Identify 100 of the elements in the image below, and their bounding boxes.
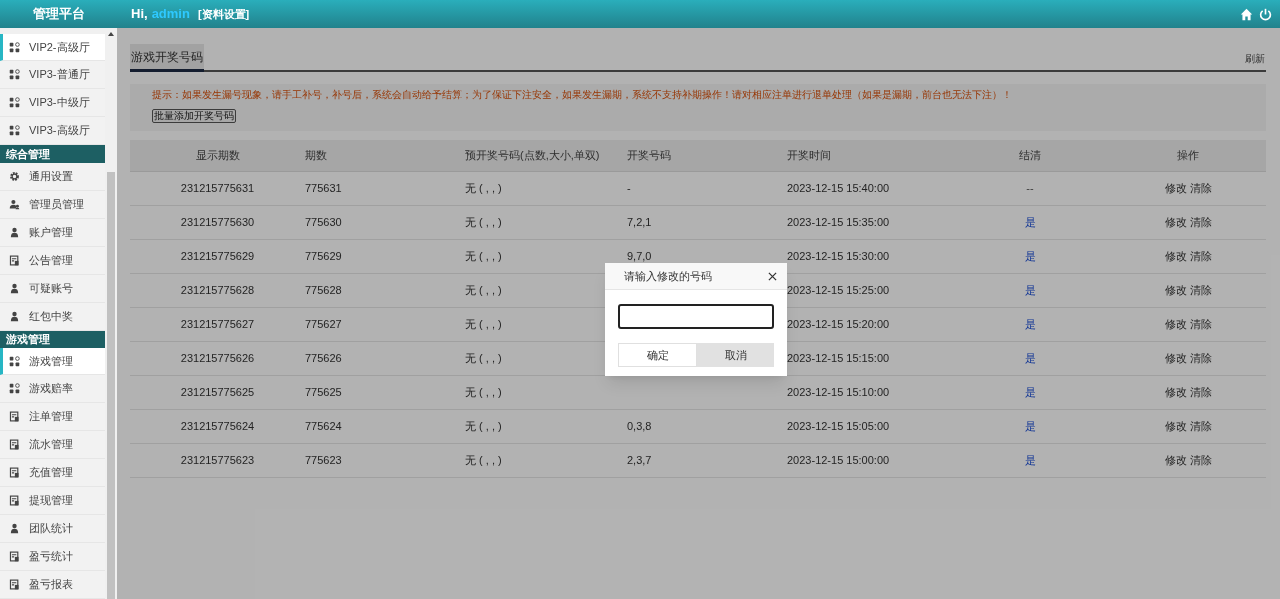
settled-link[interactable]: 是 [1024, 351, 1036, 364]
table-cell: 775630 [305, 215, 342, 228]
table-cell: 2023-12-15 15:25:00 [787, 283, 890, 296]
user-icon [9, 523, 20, 534]
column-header: 结清 [950, 140, 1110, 171]
table-cell: 231215775624 [180, 419, 255, 432]
column-header: 操作 [1110, 140, 1266, 171]
table-cell: 775631 [305, 181, 342, 194]
table-cell: 无 ( , , ) [465, 283, 502, 296]
edit-link[interactable]: 修改 [1164, 281, 1187, 299]
edit-link[interactable]: 修改 [1164, 417, 1187, 435]
edit-link[interactable]: 修改 [1164, 179, 1187, 197]
confirm-button[interactable]: 确定 [618, 343, 697, 367]
table-cell: 231215775630 [180, 215, 255, 228]
table-cell: 775624 [305, 419, 342, 432]
column-header: 显示期数 [130, 140, 305, 171]
settled-link[interactable]: 是 [1024, 283, 1036, 296]
user-icon [9, 226, 20, 238]
users-icon [9, 198, 20, 210]
table-cell: 2023-12-15 15:05:00 [787, 419, 890, 432]
clear-link[interactable]: 清除 [1189, 417, 1212, 435]
table-cell: 无 ( , , ) [465, 215, 502, 228]
table-cell: 无 ( , , ) [465, 249, 502, 262]
table-cell: 775628 [305, 283, 342, 296]
clear-link[interactable]: 清除 [1189, 179, 1212, 197]
profile-settings-link[interactable]: [资料设置] [197, 5, 250, 23]
settled-link[interactable]: 是 [1024, 317, 1036, 330]
table-cell: - [627, 181, 631, 194]
table-cell: 无 ( , , ) [465, 453, 502, 466]
cancel-button[interactable]: 取消 [697, 343, 774, 367]
document-icon [9, 254, 20, 266]
table-cell: 775626 [305, 351, 342, 364]
settled-link[interactable]: 是 [1024, 249, 1036, 262]
page-tab[interactable]: 游戏开奖号码 [130, 44, 204, 72]
table-cell: 7,2,1 [627, 215, 652, 228]
home-icon[interactable] [1240, 7, 1253, 21]
document-icon [9, 579, 20, 590]
power-icon[interactable] [1259, 7, 1272, 21]
document-icon [9, 411, 20, 422]
edit-link[interactable]: 修改 [1164, 213, 1187, 231]
scroll-up-icon[interactable] [108, 32, 114, 36]
settled-link[interactable]: 是 [1024, 215, 1036, 228]
table-cell: 231215775626 [180, 351, 255, 364]
grid-icon [9, 41, 20, 53]
table-cell: 2023-12-15 15:35:00 [787, 215, 890, 228]
clear-link[interactable]: 清除 [1189, 315, 1212, 333]
edit-link[interactable]: 修改 [1164, 451, 1187, 469]
table-cell: 2023-12-15 15:40:00 [787, 181, 890, 194]
refresh-link[interactable]: 刷新 [1245, 51, 1265, 70]
column-header: 预开奖号码(点数,大小,单双) [465, 140, 627, 171]
table-cell: 2023-12-15 15:15:00 [787, 351, 890, 364]
clear-link[interactable]: 清除 [1189, 281, 1212, 299]
table-cell: 2023-12-15 15:00:00 [787, 453, 890, 466]
edit-link[interactable]: 修改 [1164, 247, 1187, 265]
table-cell: -- [1026, 181, 1034, 194]
close-icon[interactable] [768, 271, 777, 281]
sidebar-item[interactable]: VIP2-高级厅 [0, 34, 105, 61]
grid-icon [9, 97, 20, 108]
table-cell: 775629 [305, 249, 342, 262]
table-cell: 231215775627 [180, 317, 255, 330]
edit-link[interactable]: 修改 [1164, 383, 1187, 401]
table-cell: 775625 [305, 385, 342, 398]
settled-link[interactable]: 是 [1024, 453, 1036, 466]
clear-link[interactable]: 清除 [1189, 349, 1212, 367]
table-cell: 2,3,7 [627, 453, 652, 466]
table-cell: 无 ( , , ) [465, 351, 502, 364]
grid-icon [9, 355, 20, 367]
clear-link[interactable]: 清除 [1189, 247, 1212, 265]
grid-icon [9, 125, 20, 136]
clear-link[interactable]: 清除 [1189, 213, 1212, 231]
settled-link[interactable]: 是 [1024, 385, 1036, 398]
edit-link[interactable]: 修改 [1164, 349, 1187, 367]
sidebar-item[interactable]: 游戏管理 [0, 348, 105, 375]
settled-link[interactable]: 是 [1024, 419, 1036, 432]
dialog-title: 请输入修改的号码 [624, 268, 712, 284]
table-cell: 775623 [305, 453, 342, 466]
column-header: 开奖时间 [787, 140, 950, 171]
table-cell: 无 ( , , ) [465, 419, 502, 432]
clear-link[interactable]: 清除 [1189, 383, 1212, 401]
document-icon [9, 551, 20, 562]
edit-link[interactable]: 修改 [1164, 315, 1187, 333]
table-cell: 231215775629 [180, 249, 255, 262]
table-cell: 231215775623 [180, 453, 255, 466]
batch-add-button[interactable]: 批量添加开奖号码 [152, 109, 236, 123]
grid-icon [9, 383, 20, 394]
sidebar-section-header[interactable]: 综合管理 [0, 145, 105, 163]
user-icon [9, 310, 20, 322]
clear-link[interactable]: 清除 [1189, 451, 1212, 469]
grid-icon [9, 69, 20, 80]
greeting-text: Hi, [131, 5, 148, 24]
column-header: 开奖号码 [627, 140, 787, 171]
settings-icon [9, 170, 20, 182]
table-cell: 2023-12-15 15:20:00 [787, 317, 890, 330]
table-cell: 231215775631 [180, 181, 255, 194]
table-cell: 无 ( , , ) [465, 181, 502, 194]
table-cell: 2023-12-15 15:30:00 [787, 249, 890, 262]
table-cell: 无 ( , , ) [465, 385, 502, 398]
user-icon [9, 282, 20, 294]
number-input[interactable] [618, 304, 774, 329]
table-cell: 0,3,8 [627, 419, 652, 432]
